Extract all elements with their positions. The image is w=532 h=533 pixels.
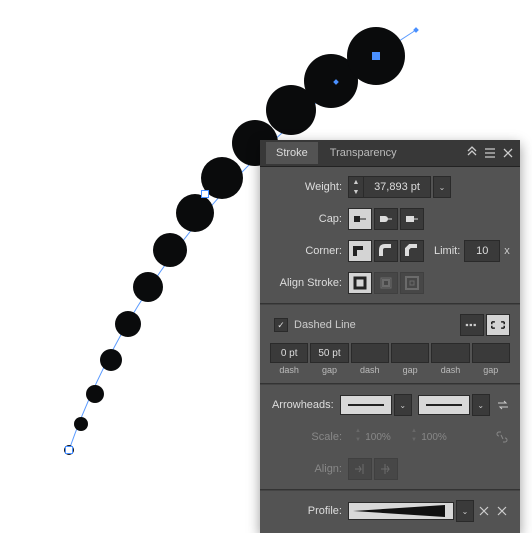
swap-arrowheads-icon[interactable]	[496, 397, 510, 413]
arrowhead-start-dropdown[interactable]: ⌄	[394, 394, 412, 416]
scale-label: Scale:	[266, 431, 348, 443]
corner-round-button[interactable]	[374, 240, 398, 262]
cap-round-button[interactable]	[374, 208, 398, 230]
arrow-align-tip-button	[348, 458, 372, 480]
cap-projecting-button[interactable]	[400, 208, 424, 230]
limit-field[interactable]	[464, 240, 500, 262]
tab-stroke[interactable]: Stroke	[266, 142, 318, 164]
collapse-icon[interactable]	[464, 145, 480, 161]
close-icon[interactable]	[500, 145, 516, 161]
align-stroke-center-button[interactable]	[348, 272, 372, 294]
stroke-dash-dot	[115, 311, 141, 337]
gap-input-2[interactable]	[391, 343, 429, 363]
stroke-dash-dot	[100, 349, 122, 371]
limit-suffix: x	[500, 245, 510, 257]
corner-label: Corner:	[266, 245, 348, 257]
anchor-end[interactable]	[372, 52, 380, 60]
weight-label: Weight:	[266, 181, 348, 193]
stroke-dash-dot	[74, 417, 88, 431]
profile-label: Profile:	[266, 505, 348, 517]
panel-menu-icon[interactable]	[482, 145, 498, 161]
dash-preserve-exact-button[interactable]	[460, 314, 484, 336]
gap-input-3[interactable]	[472, 343, 510, 363]
flip-across-icon[interactable]	[494, 503, 510, 519]
cap-label: Cap:	[266, 213, 348, 225]
profile-select[interactable]	[348, 502, 454, 520]
panel-titlebar[interactable]: Stroke Transparency	[260, 140, 520, 167]
weight-input[interactable]	[364, 181, 430, 193]
stroke-dash-dot	[153, 233, 187, 267]
gap-label: gap	[483, 365, 498, 375]
weight-stepper[interactable]: ▲▼	[349, 177, 364, 197]
gap-input-1[interactable]	[310, 343, 348, 363]
anchor-start[interactable]	[65, 446, 73, 454]
arrowhead-start-select[interactable]	[340, 395, 392, 415]
anchor-mid[interactable]	[201, 190, 209, 198]
dash-align-corners-button[interactable]	[486, 314, 510, 336]
flip-along-icon[interactable]	[476, 503, 492, 519]
scale-end-value: 100%	[420, 432, 448, 443]
cap-butt-button[interactable]	[348, 208, 372, 230]
gap-label: gap	[403, 365, 418, 375]
stroke-dash-dot	[86, 385, 104, 403]
stroke-dash-dot	[133, 272, 163, 302]
weight-dropdown[interactable]: ⌄	[433, 176, 451, 198]
limit-label: Limit:	[434, 245, 464, 257]
arrowhead-end-dropdown[interactable]: ⌄	[472, 394, 490, 416]
corner-bevel-button[interactable]	[400, 240, 424, 262]
link-scale-icon	[494, 429, 510, 445]
stroke-dash-dot	[176, 194, 214, 232]
dash-input-2[interactable]	[351, 343, 389, 363]
profile-dropdown[interactable]: ⌄	[456, 500, 474, 522]
dash-label: dash	[360, 365, 380, 375]
dashed-line-label: Dashed Line	[294, 319, 356, 331]
limit-input[interactable]	[465, 245, 499, 257]
weight-field[interactable]: ▲▼	[348, 176, 431, 198]
gap-label: gap	[322, 365, 337, 375]
arrow-scale-start: ▲▼ 100%	[348, 428, 396, 446]
align-stroke-outside-button	[400, 272, 424, 294]
arrow-scale-end: ▲▼ 100%	[404, 428, 452, 446]
arrowhead-end-select[interactable]	[418, 395, 470, 415]
dash-input-3[interactable]	[431, 343, 469, 363]
dash-label: dash	[441, 365, 461, 375]
align-stroke-inside-button	[374, 272, 398, 294]
dash-input-1[interactable]	[270, 343, 308, 363]
direction-handle[interactable]	[413, 27, 419, 33]
tab-transparency[interactable]: Transparency	[320, 142, 407, 164]
arrow-align-label: Align:	[266, 463, 348, 475]
arrow-align-end-button	[374, 458, 398, 480]
align-stroke-label: Align Stroke:	[266, 277, 348, 289]
arrowheads-label: Arrowheads:	[266, 399, 340, 411]
scale-start-value: 100%	[364, 432, 392, 443]
stroke-panel: Stroke Transparency Weight: ▲▼ ⌄ Cap:	[260, 140, 520, 533]
corner-miter-button[interactable]	[348, 240, 372, 262]
dashed-line-checkbox[interactable]: ✓	[274, 318, 288, 332]
dash-gap-row: dash gap dash gap dash gap	[270, 343, 510, 375]
dash-label: dash	[279, 365, 299, 375]
